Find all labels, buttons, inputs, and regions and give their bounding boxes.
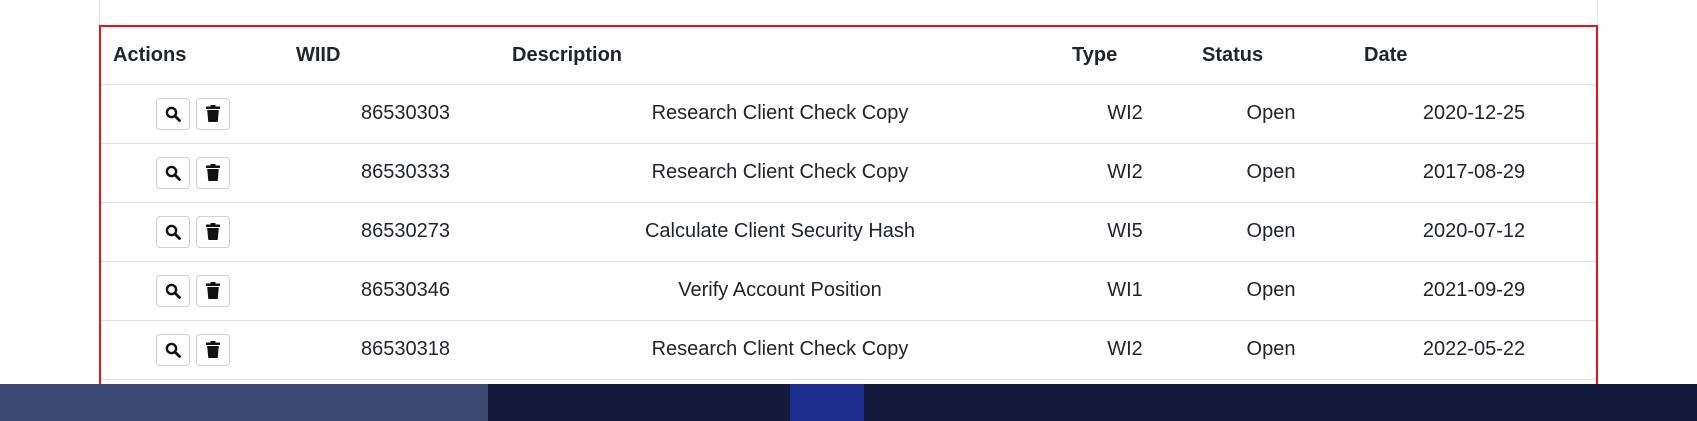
table-row: 86530303 Research Client Check Copy WI2 … — [101, 84, 1596, 144]
status-cell: Open — [1190, 84, 1352, 144]
type-cell: WI2 — [1060, 84, 1190, 144]
wiid-cell: 86530318 — [284, 320, 500, 380]
type-cell: WI2 — [1060, 320, 1190, 380]
page: Actions WIID Description Type Status Dat… — [0, 0, 1697, 421]
table-row: 86530273 Calculate Client Security Hash … — [101, 202, 1596, 262]
wiid-cell: 86530346 — [284, 261, 500, 321]
delete-button[interactable] — [195, 156, 230, 189]
actions-cell — [101, 261, 284, 321]
description-cell: Verify Account Position — [500, 261, 1060, 321]
table-header-row: Actions WIID Description Type Status Dat… — [101, 27, 1596, 85]
actions-cell — [101, 202, 284, 262]
description-cell: Research Client Check Copy — [500, 143, 1060, 203]
date-cell: 2020-07-12 — [1352, 202, 1596, 262]
table-row: 86530346 Verify Account Position WI1 Ope… — [101, 261, 1596, 321]
actions-cell — [101, 143, 284, 203]
date-cell: 2017-08-29 — [1352, 143, 1596, 203]
search-icon — [165, 283, 181, 299]
trash-icon — [205, 223, 220, 240]
type-cell: WI5 — [1060, 202, 1190, 262]
view-button[interactable] — [155, 215, 190, 248]
delete-button[interactable] — [195, 97, 230, 130]
taskbar-segment — [0, 384, 488, 421]
description-cell: Research Client Check Copy — [500, 84, 1060, 144]
date-cell: 2022-05-22 — [1352, 320, 1596, 380]
delete-button[interactable] — [195, 333, 230, 366]
delete-button[interactable] — [195, 215, 230, 248]
status-cell: Open — [1190, 320, 1352, 380]
actions-cell — [101, 84, 284, 144]
search-icon — [165, 224, 181, 240]
description-cell: Research Client Check Copy — [500, 320, 1060, 380]
table-row: 86530318 Research Client Check Copy WI2 … — [101, 320, 1596, 380]
type-cell: WI2 — [1060, 143, 1190, 203]
view-button[interactable] — [155, 274, 190, 307]
table-row: 86530333 Research Client Check Copy WI2 … — [101, 143, 1596, 203]
view-button[interactable] — [155, 333, 190, 366]
trash-icon — [205, 341, 220, 358]
taskbar-active-segment — [790, 384, 864, 421]
header-status: Status — [1190, 27, 1352, 85]
status-cell: Open — [1190, 143, 1352, 203]
date-cell: 2020-12-25 — [1352, 84, 1596, 144]
date-cell: 2021-09-29 — [1352, 261, 1596, 321]
search-icon — [165, 106, 181, 122]
status-cell: Open — [1190, 261, 1352, 321]
search-icon — [165, 342, 181, 358]
wiid-cell: 86530303 — [284, 84, 500, 144]
header-description: Description — [500, 27, 1060, 85]
header-actions: Actions — [101, 27, 284, 85]
type-cell: WI1 — [1060, 261, 1190, 321]
wiid-cell: 86530333 — [284, 143, 500, 203]
description-cell: Calculate Client Security Hash — [500, 202, 1060, 262]
header-type: Type — [1060, 27, 1190, 85]
work-items-table: Actions WIID Description Type Status Dat… — [101, 27, 1596, 380]
table-body: 86530303 Research Client Check Copy WI2 … — [101, 84, 1596, 380]
view-button[interactable] — [155, 156, 190, 189]
trash-icon — [205, 105, 220, 122]
actions-cell — [101, 320, 284, 380]
header-wiid: WIID — [284, 27, 500, 85]
work-items-table-region: Actions WIID Description Type Status Dat… — [99, 25, 1598, 421]
taskbar — [0, 384, 1697, 421]
search-icon — [165, 165, 181, 181]
trash-icon — [205, 282, 220, 299]
status-cell: Open — [1190, 202, 1352, 262]
trash-icon — [205, 164, 220, 181]
view-button[interactable] — [155, 97, 190, 130]
header-date: Date — [1352, 27, 1596, 85]
wiid-cell: 86530273 — [284, 202, 500, 262]
delete-button[interactable] — [195, 274, 230, 307]
